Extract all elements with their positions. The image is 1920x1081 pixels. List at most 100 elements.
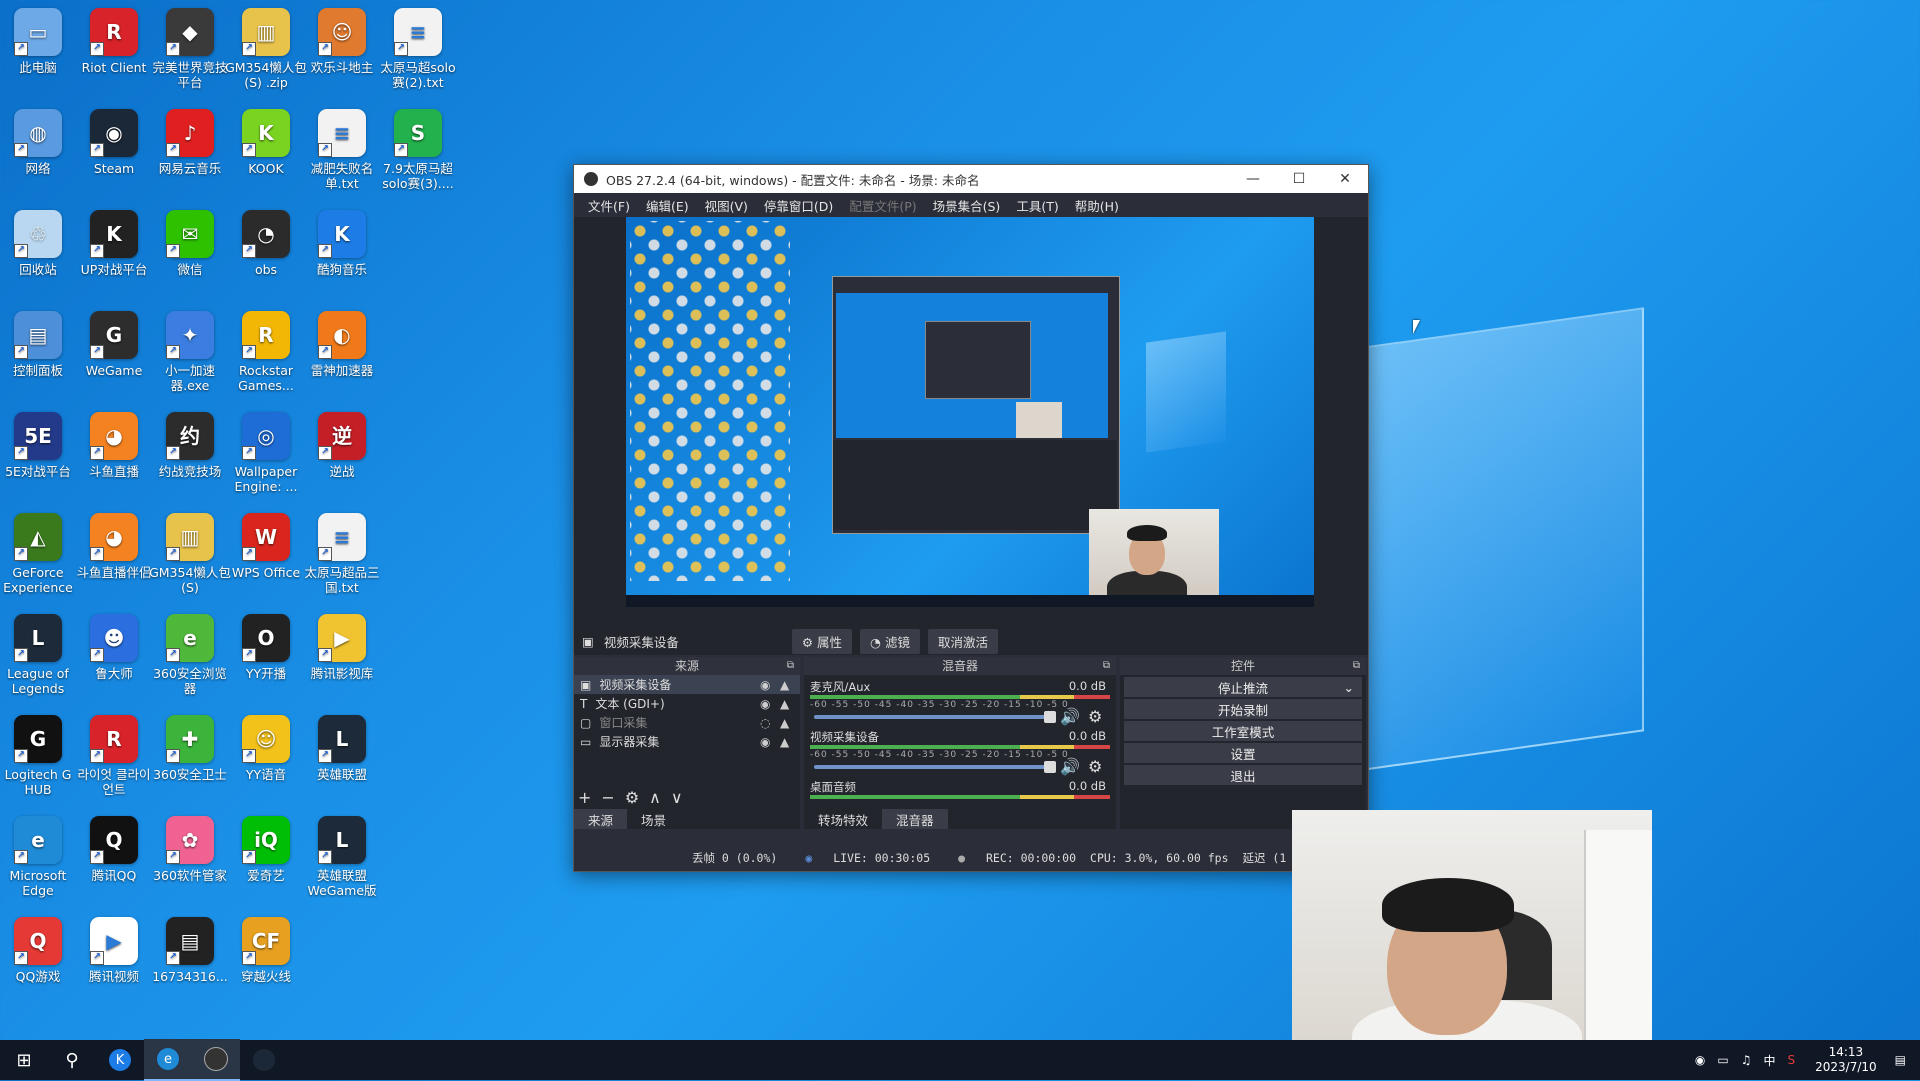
tab-sources[interactable]: 来源 <box>574 809 628 829</box>
tab-transitions[interactable]: 转场特效 <box>804 809 882 829</box>
volume-slider[interactable] <box>814 761 1056 773</box>
filters-button[interactable]: ◔ 滤镜 <box>860 628 920 654</box>
network-icon[interactable]: ▭ <box>1717 1053 1728 1067</box>
dock-float-icon[interactable]: ⧉ <box>1103 657 1110 675</box>
properties-button[interactable]: ⚙ 属性 <box>791 628 853 654</box>
desktop-icon[interactable]: ☺ ↗ YY语音 <box>224 715 308 782</box>
desktop-icon[interactable]: O ↗ YY开播 <box>224 614 308 681</box>
desktop-icon[interactable]: R ↗ Rockstar Games... <box>224 311 308 393</box>
move-up-icon[interactable]: ∧ <box>649 788 661 807</box>
exit-button[interactable]: 退出 <box>1124 765 1362 785</box>
desktop-icon[interactable]: ◎ ↗ Wallpaper Engine: ... <box>224 412 308 494</box>
speaker-icon[interactable]: 🔊 <box>1060 757 1080 776</box>
dock-float-icon[interactable]: ⧉ <box>1353 657 1360 675</box>
studio-mode-button[interactable]: 工作室模式 <box>1124 721 1362 741</box>
desktop-icon[interactable]: G ↗ WeGame <box>72 311 156 378</box>
desktop-icon[interactable]: ♲ ↗ 回收站 <box>0 210 80 277</box>
desktop-icon[interactable]: R ↗ 라이엇 클라이언트 <box>72 715 156 797</box>
desktop-icon[interactable]: ◔ ↗ obs <box>224 210 308 277</box>
desktop-icon[interactable]: K ↗ KOOK <box>224 109 308 176</box>
desktop-icon[interactable]: ✚ ↗ 360安全卫士 <box>148 715 232 782</box>
lock-icon[interactable]: ▲ <box>780 678 800 692</box>
deactivate-button[interactable]: 取消激活 <box>927 628 998 654</box>
volume-icon[interactable]: ♫ <box>1741 1053 1752 1067</box>
desktop-icon[interactable]: ≡ ↗ 减肥失败名单.txt <box>300 109 384 191</box>
desktop-icon[interactable]: ◉ ↗ Steam <box>72 109 156 176</box>
desktop-icon[interactable]: ◕ ↗ 斗鱼直播伴侣 <box>72 513 156 580</box>
desktop-icon[interactable]: Q ↗ QQ游戏 <box>0 917 80 984</box>
desktop-icon[interactable]: ≡ ↗ 太原马超品三国.txt <box>300 513 384 595</box>
menu-tools[interactable]: 工具(T) <box>1008 196 1066 215</box>
desktop-icon[interactable]: S ↗ 7.9太原马超solo赛(3).... <box>376 109 460 191</box>
eye-hidden-icon[interactable]: ◌ <box>760 716 780 730</box>
search-icon[interactable]: ⚲ <box>48 1040 96 1080</box>
windows-start-button[interactable]: ⊞ <box>0 1040 48 1080</box>
desktop-icon[interactable]: ◕ ↗ 斗鱼直播 <box>72 412 156 479</box>
desktop-icon[interactable]: Q ↗ 腾讯QQ <box>72 816 156 883</box>
desktop-icon[interactable]: ◍ ↗ 网络 <box>0 109 80 176</box>
desktop-icon[interactable]: L ↗ 英雄联盟WeGame版 <box>300 816 384 898</box>
gear-icon[interactable]: ⚙ <box>1088 757 1102 776</box>
source-settings-icon[interactable]: ⚙ <box>625 788 639 807</box>
desktop-icon[interactable]: ☺ ↗ 欢乐斗地主 <box>300 8 384 75</box>
desktop-icon[interactable]: e ↗ 360安全浏览器 <box>148 614 232 696</box>
desktop-icon[interactable]: L ↗ League of Legends <box>0 614 80 696</box>
kugou-taskbar-icon[interactable]: K <box>96 1040 144 1080</box>
desktop-icon[interactable]: ◭ ↗ GeForce Experience <box>0 513 80 595</box>
desktop-icon[interactable]: ◐ ↗ 雷神加速器 <box>300 311 384 378</box>
source-item[interactable]: ▣ 视频采集设备 ◉ ▲ <box>574 675 800 694</box>
volume-slider-handle[interactable] <box>1044 711 1056 723</box>
chevron-down-icon[interactable]: ⌄ <box>1344 680 1354 695</box>
desktop-icon[interactable]: K ↗ 酷狗音乐 <box>300 210 384 277</box>
desktop-icon[interactable]: e ↗ Microsoft Edge <box>0 816 80 898</box>
volume-slider[interactable] <box>814 711 1056 723</box>
settings-button[interactable]: 设置 <box>1124 743 1362 763</box>
desktop-icon[interactable]: ▤ ↗ 16734316... <box>148 917 232 984</box>
tab-mixer[interactable]: 混音器 <box>882 809 948 829</box>
menu-file[interactable]: 文件(F) <box>580 196 638 215</box>
minimize-button[interactable]: — <box>1230 165 1276 193</box>
desktop-icon[interactable]: ▥ ↗ GM354懒人包 (S) .zip <box>224 8 308 90</box>
lock-icon[interactable]: ▲ <box>780 735 800 749</box>
edge-taskbar-icon[interactable]: e <box>144 1039 192 1081</box>
desktop-icon[interactable]: ▶ ↗ 腾讯视频 <box>72 917 156 984</box>
desktop-icon[interactable]: CF ↗ 穿越火线 <box>224 917 308 984</box>
desktop-icon[interactable]: iQ ↗ 爱奇艺 <box>224 816 308 883</box>
antivirus-tray-icon[interactable]: S <box>1788 1053 1796 1067</box>
eye-icon[interactable]: ◉ <box>760 697 780 711</box>
preview-canvas[interactable] <box>626 217 1314 607</box>
notification-icon[interactable]: ▤ <box>1895 1053 1906 1067</box>
stop-streaming-button[interactable]: 停止推流 ⌄ <box>1124 677 1362 697</box>
source-item[interactable]: T 文本 (GDI+) ◉ ▲ <box>574 694 800 713</box>
eye-icon[interactable]: ◉ <box>760 735 780 749</box>
desktop-icon[interactable]: 约 ↗ 约战竞技场 <box>148 412 232 479</box>
remove-source-button[interactable]: − <box>601 788 614 807</box>
desktop-icon[interactable]: G ↗ Logitech G HUB <box>0 715 80 797</box>
menu-edit[interactable]: 编辑(E) <box>638 196 697 215</box>
desktop-icon[interactable]: 逆 ↗ 逆战 <box>300 412 384 479</box>
clock[interactable]: 14:13 2023/7/10 <box>1815 1045 1877 1075</box>
volume-slider-handle[interactable] <box>1044 761 1056 773</box>
desktop-icon[interactable]: R ↗ Riot Client <box>72 8 156 75</box>
desktop-icon[interactable]: ▭ ↗ 此电脑 <box>0 8 80 75</box>
source-item[interactable]: ▭ 显示器采集 ◉ ▲ <box>574 732 800 751</box>
steam-tray-icon[interactable]: ◉ <box>1695 1053 1705 1067</box>
tab-scenes[interactable]: 场景 <box>627 809 680 829</box>
desktop-icon[interactable]: ✉ ↗ 微信 <box>148 210 232 277</box>
start-recording-button[interactable]: 开始录制 <box>1124 699 1362 719</box>
eye-icon[interactable]: ◉ <box>760 678 780 692</box>
obs-taskbar-icon[interactable] <box>192 1039 240 1081</box>
ime-indicator[interactable]: 中 <box>1763 1052 1775 1069</box>
close-button[interactable]: ✕ <box>1322 165 1368 193</box>
desktop-icon[interactable]: K ↗ UP对战平台 <box>72 210 156 277</box>
steam-taskbar-icon[interactable] <box>240 1040 288 1080</box>
maximize-button[interactable]: ☐ <box>1276 165 1322 193</box>
desktop-icon[interactable]: 5E ↗ 5E对战平台 <box>0 412 80 479</box>
desktop-icon[interactable]: ♪ ↗ 网易云音乐 <box>148 109 232 176</box>
add-source-button[interactable]: + <box>578 788 591 807</box>
move-down-icon[interactable]: ∨ <box>671 788 683 807</box>
desktop-icon[interactable]: ✿ ↗ 360软件管家 <box>148 816 232 883</box>
menu-profile[interactable]: 配置文件(P) <box>841 196 924 215</box>
lock-icon[interactable]: ▲ <box>780 716 800 730</box>
desktop-icon[interactable]: ≡ ↗ 太原马超solo赛(2).txt <box>376 8 460 90</box>
